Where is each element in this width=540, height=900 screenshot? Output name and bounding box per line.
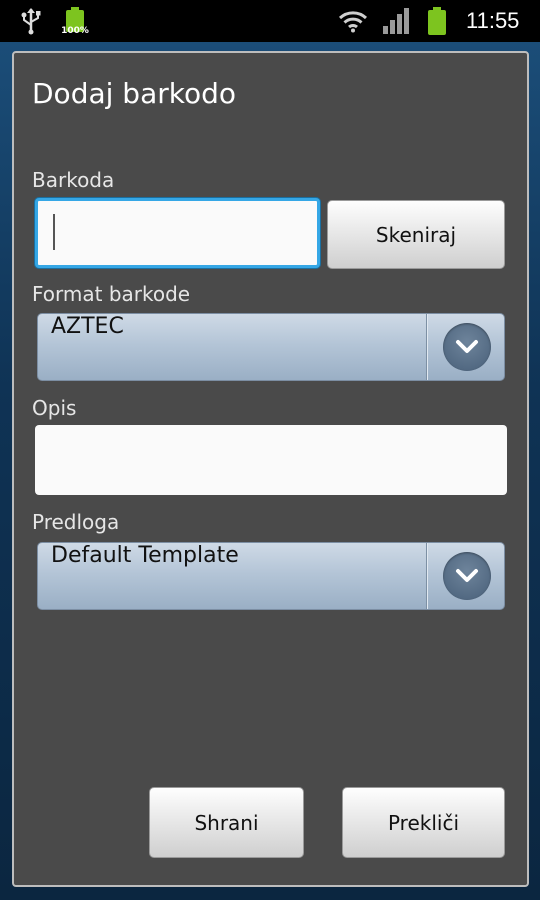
description-input[interactable]: [35, 425, 507, 495]
wifi-icon: [338, 9, 368, 33]
template-value: Default Template: [51, 543, 239, 568]
battery-percent-label: 100%: [61, 26, 89, 36]
text-caret: [53, 214, 55, 250]
template-label: Predloga: [32, 510, 120, 534]
dropdown-divider: [426, 314, 428, 380]
barcode-label: Barkoda: [32, 168, 115, 192]
scan-button[interactable]: Skeniraj: [327, 200, 505, 269]
signal-icon: [382, 8, 410, 34]
barcode-format-dropdown[interactable]: AZTEC: [37, 313, 505, 381]
barcode-format-value: AZTEC: [51, 314, 124, 339]
barcode-format-label: Format barkode: [32, 282, 191, 306]
template-dropdown[interactable]: Default Template: [37, 542, 505, 610]
description-label: Opis: [32, 396, 77, 420]
cancel-button[interactable]: Prekliči: [342, 787, 505, 858]
chevron-down-icon[interactable]: [443, 323, 491, 371]
status-bar: 100% 11:55: [0, 0, 540, 42]
dialog-title: Dodaj barkodo: [32, 77, 236, 110]
battery-icon: [426, 6, 448, 36]
battery-charging-icon: 100%: [60, 6, 90, 36]
dropdown-divider: [426, 543, 428, 609]
clock: 11:55: [466, 8, 520, 33]
barcode-input[interactable]: [35, 198, 320, 268]
save-button[interactable]: Shrani: [149, 787, 304, 858]
add-barcode-dialog: Dodaj barkodo Barkoda Skeniraj Format ba…: [12, 51, 529, 887]
usb-icon: [18, 7, 44, 35]
chevron-down-icon[interactable]: [443, 552, 491, 600]
